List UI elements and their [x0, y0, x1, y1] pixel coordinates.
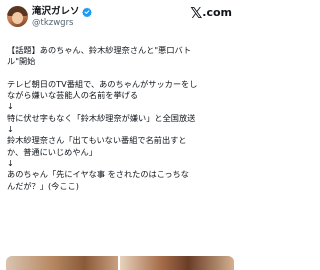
- x-logo-domain: .com: [202, 6, 232, 19]
- post-line: 【話題】あのちゃん、鈴木紗理奈さんと"悪口バト: [7, 45, 192, 55]
- post-line: テレビ朝日のTV番組で、あのちゃんがサッカーをし: [7, 78, 198, 89]
- post-text: 【話題】あのちゃん、鈴木紗理奈さんと"悪口バト ル"開始 テレビ朝日のTV番組で…: [7, 45, 237, 192]
- x-logo-icon: 𝕏: [190, 4, 203, 22]
- author-handle[interactable]: @tkzwgrs: [32, 18, 74, 29]
- avatar[interactable]: [7, 6, 28, 27]
- post-line: あのちゃん「先にイヤな事 をされたのはこっちな: [7, 169, 189, 180]
- arrow-line: ↓: [7, 101, 14, 112]
- post-header: 滝沢ガレソ @tkzwgrs 𝕏 .com: [0, 0, 240, 36]
- post-line: ル"開始: [7, 56, 36, 67]
- x-logo: 𝕏 .com: [190, 5, 232, 21]
- post-line: 鈴木紗理奈さん「出てもいない番組で名前出すと: [7, 135, 187, 146]
- author-name[interactable]: 滝沢ガレソ: [32, 5, 80, 18]
- arrow-line: ↓: [7, 124, 14, 135]
- attached-photos[interactable]: [0, 256, 240, 270]
- attached-photo-left[interactable]: [6, 256, 118, 270]
- post-line: ながら嫌いな芸能人の名前を挙げる: [7, 90, 139, 101]
- author-name-row[interactable]: 滝沢ガレソ: [32, 5, 92, 18]
- attached-photo-right[interactable]: [120, 256, 234, 270]
- post-line: んだが？」(今ここ): [7, 180, 79, 191]
- post-line: か、普通にいじめやん」: [7, 146, 97, 157]
- post-line: 特に伏せ字もなく「鈴木紗理奈が嫌い」と全国放送: [7, 112, 196, 123]
- arrow-line: ↓: [7, 157, 14, 168]
- avatar-face: [12, 12, 23, 24]
- verified-badge-icon: [81, 7, 92, 17]
